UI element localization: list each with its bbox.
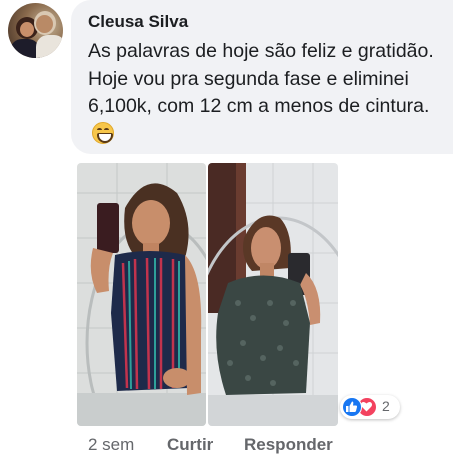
attached-photo-before[interactable] xyxy=(77,163,206,426)
like-button[interactable]: Curtir xyxy=(167,435,213,455)
comment-bubble: Cleusa Silva As palavras de hoje são fel… xyxy=(71,0,453,154)
attached-photo-after[interactable] xyxy=(208,163,338,426)
photo-before-image xyxy=(77,163,206,426)
comment-author[interactable]: Cleusa Silva xyxy=(88,12,188,32)
reply-button[interactable]: Responder xyxy=(244,435,333,455)
reaction-count: 2 xyxy=(382,398,390,414)
comment-timestamp[interactable]: 2 sem xyxy=(88,435,134,455)
commenter-avatar[interactable] xyxy=(8,3,63,58)
comment-text-block: As palavras de hoje são feliz e gratidão… xyxy=(88,38,448,148)
photo-after-image xyxy=(208,163,338,426)
avatar-face-2 xyxy=(36,15,53,33)
like-reaction-icon xyxy=(342,397,362,417)
comment-text: As palavras de hoje são feliz e gratidão… xyxy=(88,40,434,117)
avatar-shirt-2 xyxy=(36,35,63,58)
avatar-face-1 xyxy=(20,22,34,37)
reactions-summary[interactable]: 2 xyxy=(340,395,400,419)
grinning-face-emoji-icon xyxy=(92,121,114,144)
